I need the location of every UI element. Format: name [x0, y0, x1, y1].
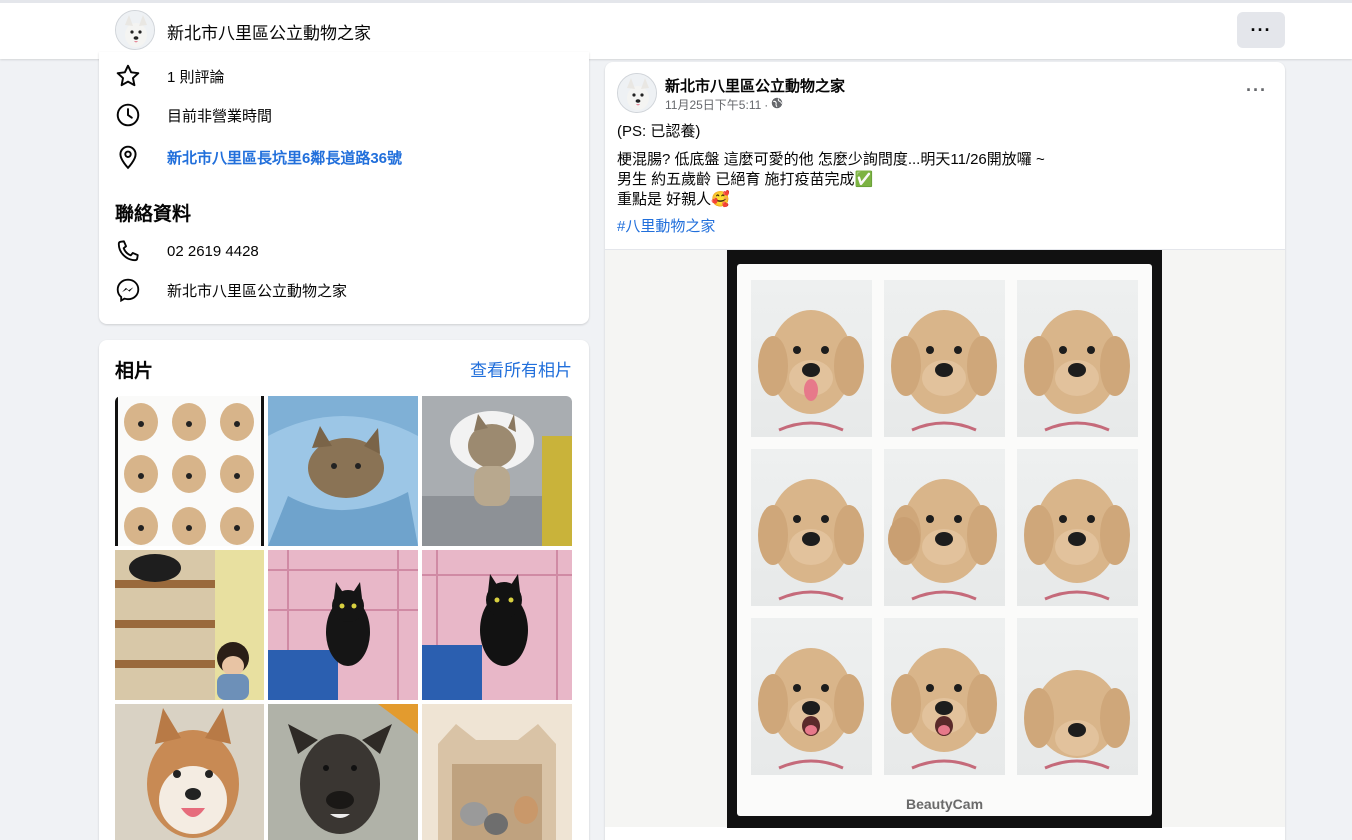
post-more-options-button[interactable]: ··· — [1246, 80, 1267, 101]
phone-text[interactable]: 02 2619 4428 — [167, 243, 259, 260]
clock-icon — [115, 101, 151, 129]
dog-avatar-icon — [116, 11, 154, 49]
post-photo[interactable]: BeautyCam — [727, 250, 1162, 828]
dog-portrait — [884, 449, 1005, 606]
globe-icon — [771, 97, 783, 112]
dog-portrait — [1017, 449, 1138, 606]
post-body: (PS: 已認養) 梗混腸? 低底盤 這麼可愛的他 怎麼少詢問度...明天11/… — [617, 122, 1257, 237]
dog-portrait — [751, 449, 872, 606]
dog-portrait — [1017, 618, 1138, 775]
photos-grid — [115, 396, 572, 840]
reviews-text[interactable]: 1 則評論 — [167, 66, 225, 87]
photo-thumbnail[interactable] — [268, 704, 418, 840]
phone-icon — [115, 237, 151, 265]
photo-thumbnail[interactable] — [115, 550, 264, 700]
messenger-icon — [115, 276, 151, 304]
reviews-row[interactable]: 1 則評論 — [115, 62, 225, 90]
photos-title: 相片 — [115, 361, 154, 382]
post-text-line: 男生 約五歲齡 已絕育 施打疫苗完成✅ — [617, 171, 874, 188]
dog-portrait — [884, 618, 1005, 775]
photo-collage-sheet: BeautyCam — [737, 264, 1152, 816]
post-meta: 11月25日下午5:11 · — [665, 96, 783, 113]
dog-portrait — [884, 280, 1005, 437]
post-media: BeautyCam — [605, 249, 1285, 828]
photo-watermark: BeautyCam — [905, 796, 984, 812]
post-text-line: (PS: 已認養) — [617, 123, 701, 140]
black-cat-image — [268, 550, 418, 700]
dog-portrait — [751, 280, 872, 437]
dog-portrait — [1017, 280, 1138, 437]
black-cat-image-2 — [422, 550, 572, 700]
dog-collage-image — [115, 396, 264, 546]
address-link[interactable]: 新北市八里區長坑里6鄰長道路36號 — [167, 147, 402, 168]
photo-thumbnail[interactable] — [115, 704, 264, 840]
page-header-bar: 新北市八里區公立動物之家 ··· — [0, 0, 1352, 59]
star-icon — [115, 62, 151, 90]
post-card: 新北市八里區公立動物之家 11月25日下午5:11 · ··· (PS: 已認養… — [605, 62, 1285, 840]
photo-thumbnail[interactable] — [268, 396, 418, 546]
address-row[interactable]: 新北市八里區長坑里6鄰長道路36號 — [115, 143, 402, 171]
photo-thumbnail[interactable] — [115, 396, 264, 546]
post-hashtag-link[interactable]: #八里動物之家 — [617, 217, 1257, 237]
intro-card: 1 則評論 目前非營業時間 新北市八里區長坑里6鄰長道路36號 聯絡資料 02 … — [99, 52, 589, 324]
dog-avatar-icon — [618, 74, 656, 112]
photo-thumbnail[interactable] — [422, 396, 572, 546]
photo-thumbnail[interactable] — [268, 550, 418, 700]
hours-row: 目前非營業時間 — [115, 101, 272, 129]
cats-child-image — [115, 550, 264, 700]
location-pin-icon — [115, 143, 151, 171]
post-text-line: 重點是 好親人🥰 — [617, 191, 730, 208]
dog-portrait — [751, 618, 872, 775]
photo-thumbnail[interactable] — [422, 704, 572, 840]
cat-cone-image — [422, 396, 572, 546]
shiba-dog-image — [115, 704, 264, 840]
more-options-button[interactable]: ··· — [1237, 12, 1285, 48]
post-timestamp[interactable]: 11月25日下午5:11 — [665, 96, 761, 113]
see-all-photos-link[interactable]: 查看所有相片 — [470, 356, 572, 381]
post-author-name[interactable]: 新北市八里區公立動物之家 — [665, 75, 845, 96]
kittens-bed-image — [422, 704, 572, 840]
post-text-line: 梗混腸? 低底盤 這麼可愛的他 怎麼少詢問度...明天11/26開放囉 ~ — [617, 151, 1045, 168]
contact-section-title: 聯絡資料 — [115, 204, 192, 225]
photos-card: 相片 查看所有相片 — [99, 340, 589, 840]
page-name[interactable]: 新北市八里區公立動物之家 — [167, 19, 371, 44]
post-author-avatar[interactable] — [617, 73, 657, 113]
hours-text: 目前非營業時間 — [167, 107, 273, 125]
kitten-towel-image — [268, 396, 418, 546]
messenger-row[interactable]: 新北市八里區公立動物之家 — [115, 276, 347, 304]
photo-thumbnail[interactable] — [422, 550, 572, 700]
dog-portrait-grid — [751, 280, 1139, 775]
phone-row[interactable]: 02 2619 4428 — [115, 237, 259, 265]
meta-separator: · — [764, 97, 769, 112]
black-dog-image — [268, 704, 418, 840]
messenger-text[interactable]: 新北市八里區公立動物之家 — [167, 280, 347, 301]
page-avatar[interactable] — [115, 10, 155, 50]
